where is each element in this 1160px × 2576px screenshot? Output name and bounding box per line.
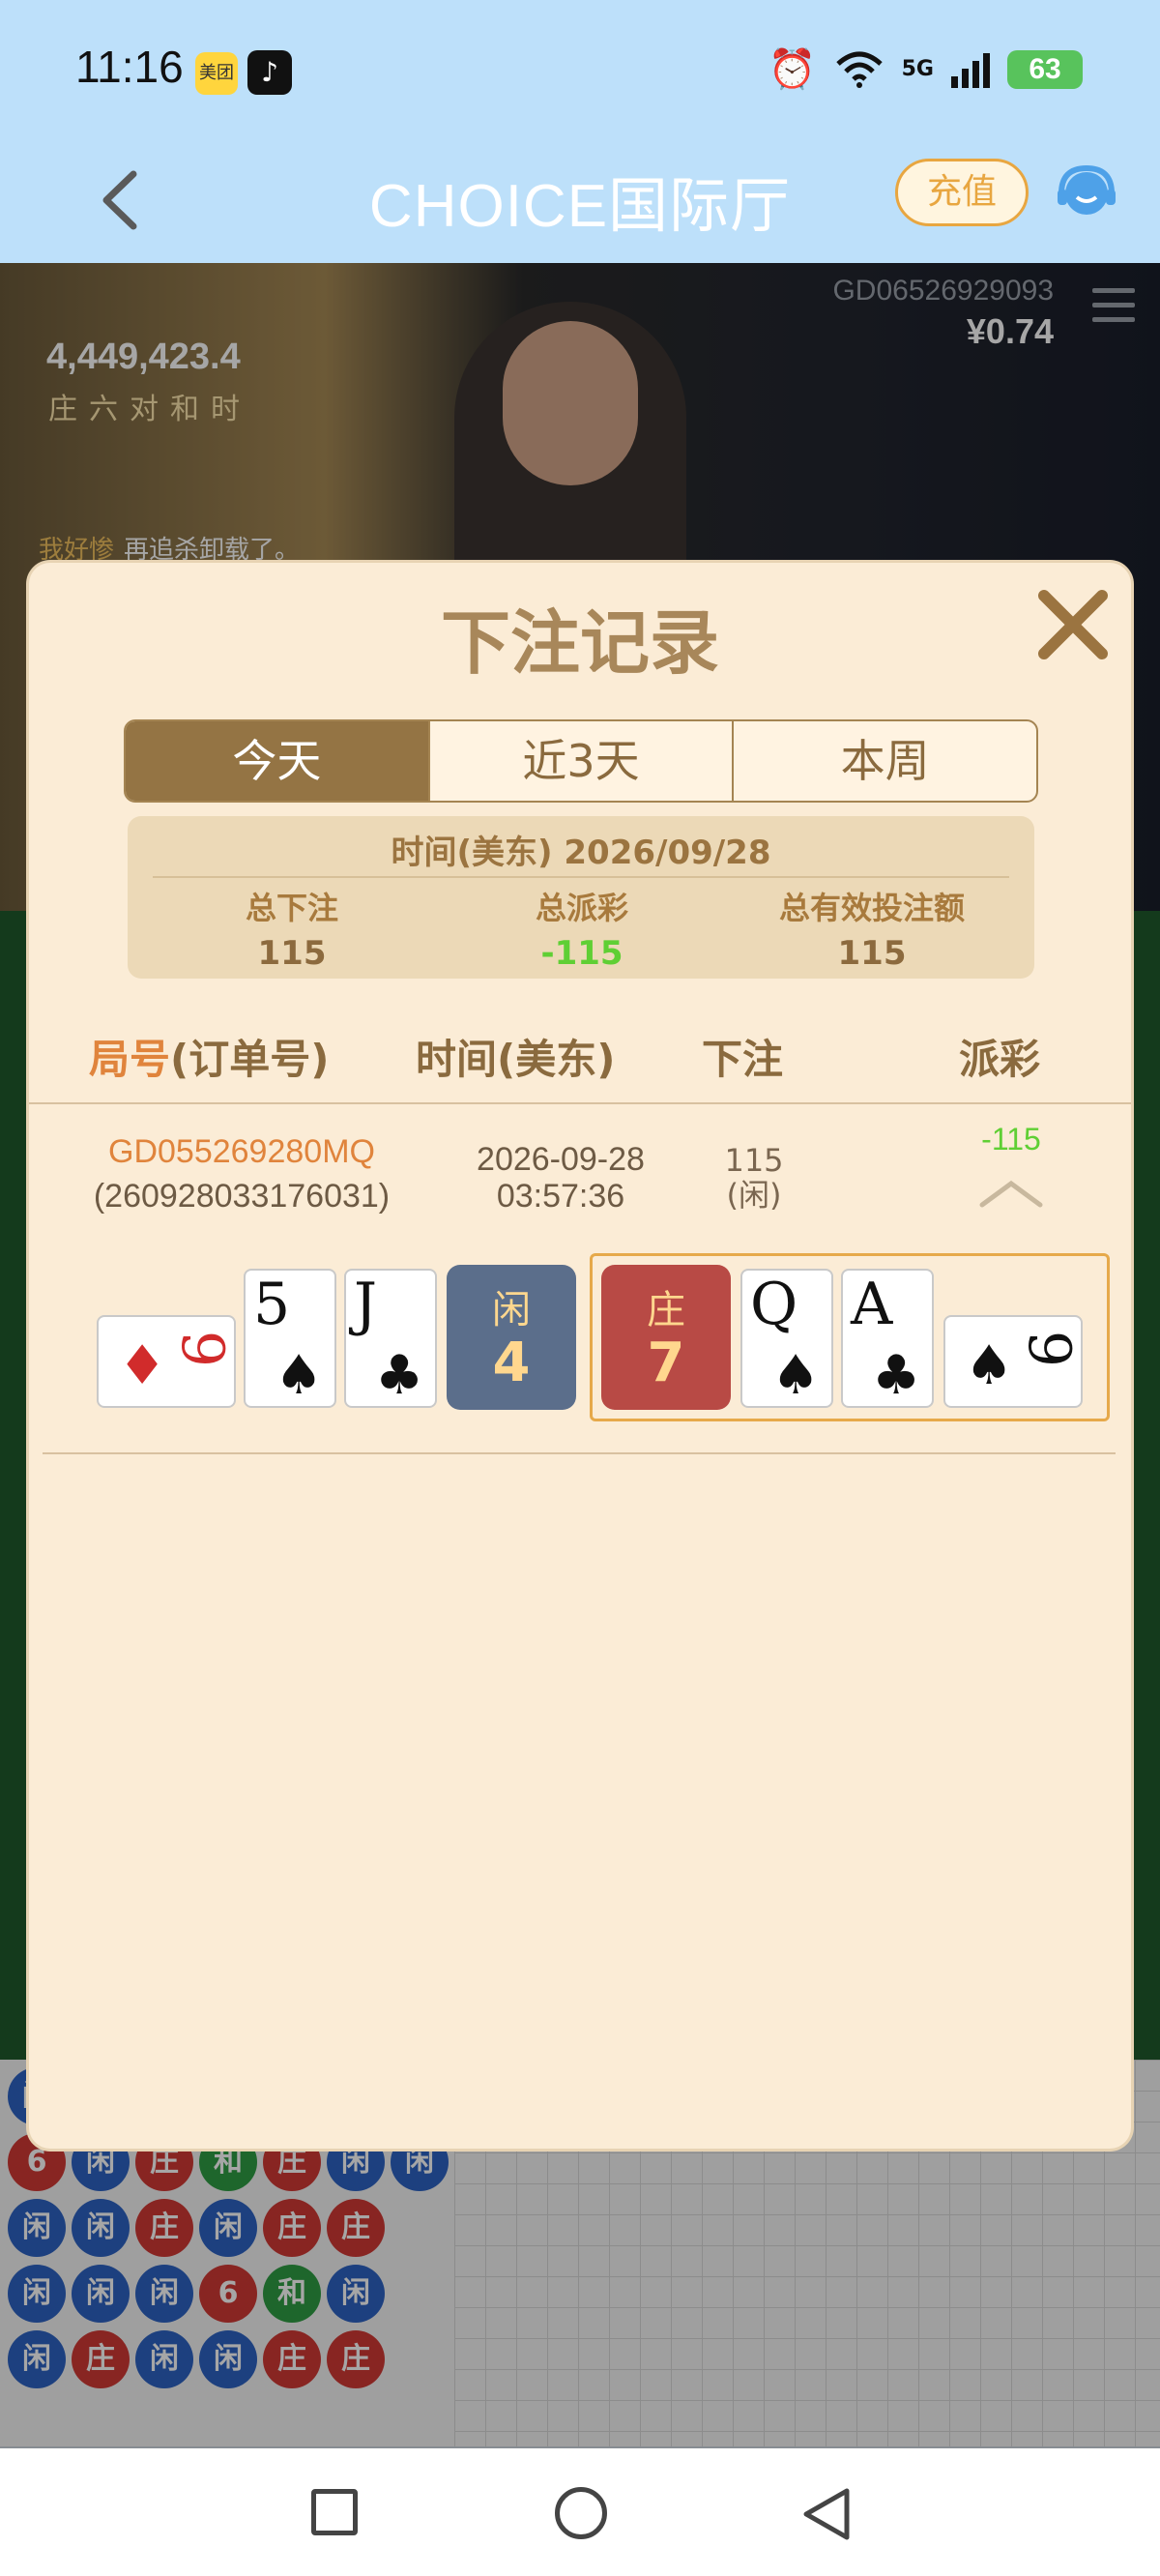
status-bar: 11:16 美团 ♪ ⏰ 5G 63 [0,0,1160,135]
record-bet: 115 (闲) [657,1143,851,1213]
card-rank: 9 [1014,1330,1083,1368]
home-button[interactable] [555,2487,607,2539]
valid-bet: 总有效投注额 115 [737,884,1007,973]
signal-icon [951,51,990,88]
player-score-badge: 闲 4 [447,1265,576,1410]
valid-bet-value: 115 [837,934,907,973]
banker-score: 7 [647,1332,685,1394]
wifi-icon [835,51,883,88]
total-bet: 总下注 115 [157,884,427,973]
card-rank: Q [750,1271,798,1338]
meituan-app-icon: 美团 [195,52,238,95]
total-payout-value: -115 [540,934,624,973]
player-card-2: 5 ♠ [244,1269,336,1408]
card-suit: ♣ [872,1344,921,1407]
banker-score-badge: 庄 7 [601,1265,731,1410]
banker-card-3: 9 ♠ [943,1315,1083,1408]
column-header-bet: 下注 [702,1036,784,1083]
customer-service-icon[interactable] [1056,162,1117,224]
card-rank: J [354,1271,378,1338]
record-divider [43,1452,1116,1454]
summary-date: 时间(美东) 2026/09/28 [391,834,771,872]
recharge-button[interactable]: 充值 [895,159,1029,226]
card-rank: 9 [167,1330,236,1368]
record-bet-amount: 115 [724,1142,784,1179]
player-score: 4 [492,1332,531,1394]
status-time: 11:16 [75,42,184,92]
card-suit: ♣ [375,1344,424,1407]
player-card-3: J ♣ [344,1269,437,1408]
record-order-no: (260928033176031) [93,1178,391,1215]
card-rank: 5 [253,1271,291,1338]
card-suit: ♠ [965,1334,1014,1397]
valid-bet-label: 总有效投注额 [778,890,965,926]
banker-card-1: Q ♠ [740,1269,833,1408]
summary-panel: 时间(美东) 2026/09/28 总下注 115 总派彩 -115 总有效投注… [128,816,1034,979]
nav-back-button[interactable] [798,2485,853,2543]
column-header-round-a: 局号 [89,1036,171,1083]
recent-apps-button[interactable] [311,2489,358,2535]
total-payout-label: 总派彩 [535,890,628,926]
card-suit: ♠ [771,1344,821,1407]
battery-icon: 63 [1007,49,1083,89]
column-header-round-b: (订单号) [170,1036,330,1083]
system-nav-bar [0,2448,1160,2576]
total-bet-value: 115 [257,934,327,973]
card-rank: A [851,1271,893,1338]
column-header-round: 局号(订单号) [89,1027,329,1086]
status-icons: ⏰ 5G 63 [768,46,1083,92]
record-bet-side: (闲) [726,1177,782,1214]
total-payout: 总派彩 -115 [447,884,717,973]
column-header-payout: 派彩 [959,1036,1041,1083]
tab-this-week[interactable]: 本周 [734,721,1036,801]
card-suit: ♠ [275,1344,324,1407]
bet-record-modal: 下注记录 今天 近3天 本周 时间(美东) 2026/09/28 总下注 115… [29,563,1131,2149]
banker-card-2: A ♣ [841,1269,934,1408]
tiktok-app-icon: ♪ [247,50,292,95]
column-header-time: 时间(美东) [416,1036,616,1083]
player-label: 闲 [492,1288,531,1332]
collapse-chevron-up-icon[interactable] [976,1174,1046,1213]
card-suit: ♦ [118,1334,167,1397]
tab-3-days[interactable]: 近3天 [430,721,735,801]
banker-label: 庄 [647,1288,685,1332]
modal-title: 下注记录 [440,602,719,684]
summary-divider [153,876,1009,878]
total-bet-label: 总下注 [245,890,338,926]
record-round-id: GD055269280MQ [108,1133,375,1170]
date-range-tabs: 今天 近3天 本周 [124,719,1038,803]
player-card-1: 9 ♦ [97,1315,236,1408]
tab-today[interactable]: 今天 [126,721,430,801]
close-icon[interactable] [1034,586,1112,663]
header-divider [29,1102,1131,1104]
app-header: CHOICE国际厅 充值 [0,135,1160,263]
network-type: 5G [901,57,934,81]
alarm-icon: ⏰ [768,47,817,92]
record-payout: -115 [981,1122,1041,1156]
